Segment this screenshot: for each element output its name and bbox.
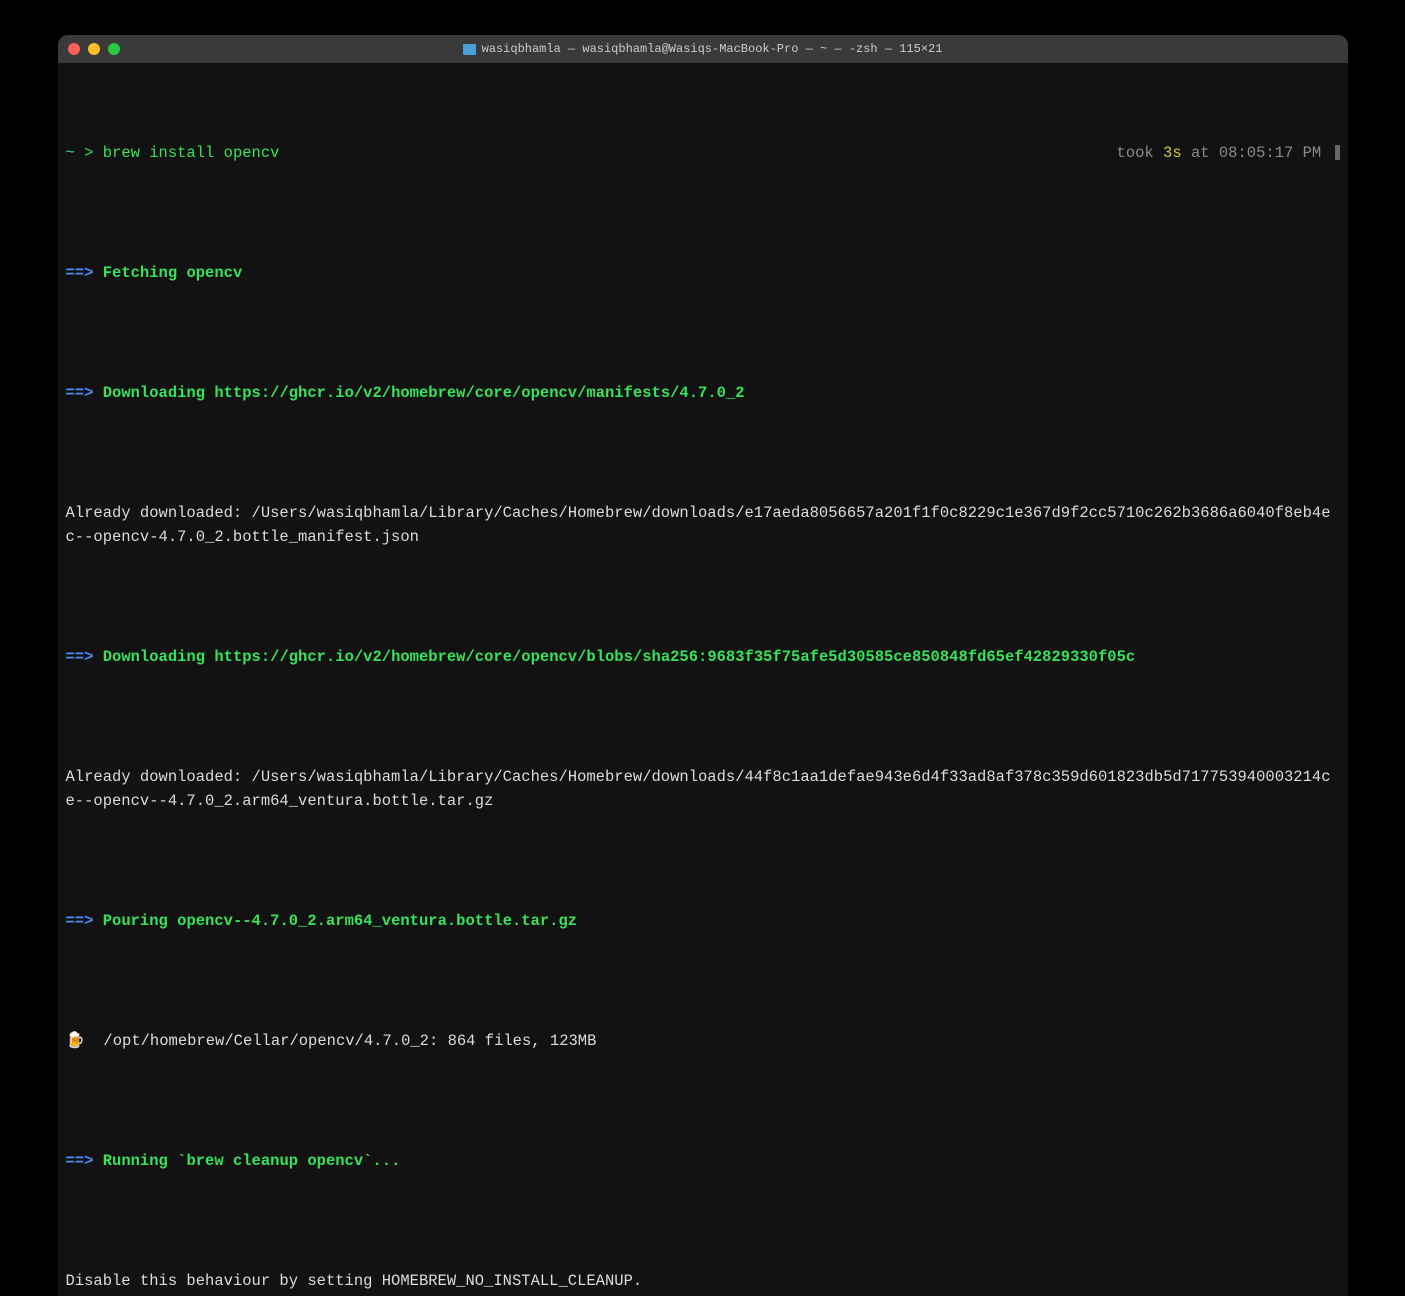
at-label: at: [1182, 144, 1219, 162]
traffic-lights: [68, 43, 120, 55]
titlebar[interactable]: wasiqbhamla — wasiqbhamla@Wasiqs-MacBook…: [58, 35, 1348, 63]
output-line: ==> Fetching opencv: [66, 261, 1340, 285]
arrow-icon: ==>: [66, 384, 103, 402]
output-line: Disable this behaviour by setting HOMEBR…: [66, 1269, 1340, 1293]
action-label: Downloading: [103, 648, 215, 666]
output-line: ==> Downloading https://ghcr.io/v2/homeb…: [66, 645, 1340, 669]
action-label: Pouring: [103, 912, 177, 930]
cleanup-cmd: `brew cleanup opencv`: [177, 1152, 372, 1170]
prompt-left: ~ > brew install opencv: [66, 141, 1117, 165]
download-url: https://ghcr.io/v2/homebrew/core/opencv/…: [214, 384, 744, 402]
bottle-file: opencv--4.7.0_2.arm64_ventura.bottle.tar…: [177, 912, 577, 930]
beer-icon: 🍺: [66, 1032, 85, 1050]
output-line: Already downloaded: /Users/wasiqbhamla/L…: [66, 765, 1340, 813]
action-label: Fetching: [103, 264, 187, 282]
minimize-button[interactable]: [88, 43, 100, 55]
zoom-button[interactable]: [108, 43, 120, 55]
command-text: brew install opencv: [103, 144, 280, 162]
arrow-icon: ==>: [66, 264, 103, 282]
prompt-tilde: ~: [66, 144, 75, 162]
prompt-symbol: >: [75, 144, 103, 162]
prompt-line: ~ > brew install opencv took 3s at 08:05…: [66, 141, 1340, 165]
timing-right: took 3s at 08:05:17 PM: [1117, 141, 1340, 165]
scroll-indicator: [1335, 145, 1340, 160]
arrow-icon: ==>: [66, 912, 103, 930]
download-url: https://ghcr.io/v2/homebrew/core/opencv/…: [214, 648, 1135, 666]
terminal-window: wasiqbhamla — wasiqbhamla@Wasiqs-MacBook…: [58, 35, 1348, 1296]
output-line: Already downloaded: /Users/wasiqbhamla/L…: [66, 501, 1340, 549]
took-value: 3s: [1163, 144, 1182, 162]
dots: ...: [372, 1152, 400, 1170]
output-line: ==> Pouring opencv--4.7.0_2.arm64_ventur…: [66, 909, 1340, 933]
took-label: took: [1117, 144, 1164, 162]
output-line: ==> Downloading https://ghcr.io/v2/homeb…: [66, 381, 1340, 405]
window-title: wasiqbhamla — wasiqbhamla@Wasiqs-MacBook…: [58, 42, 1348, 56]
arrow-icon: ==>: [66, 648, 103, 666]
output-line: ==> Running `brew cleanup opencv`...: [66, 1149, 1340, 1173]
home-folder-icon: [463, 44, 476, 55]
package-name: opencv: [186, 264, 242, 282]
arrow-icon: ==>: [66, 1152, 103, 1170]
action-label: Downloading: [103, 384, 215, 402]
close-button[interactable]: [68, 43, 80, 55]
action-label: Running: [103, 1152, 177, 1170]
install-summary: /opt/homebrew/Cellar/opencv/4.7.0_2: 864…: [85, 1032, 597, 1050]
terminal-body[interactable]: ~ > brew install opencv took 3s at 08:05…: [58, 63, 1348, 1296]
time-value: 08:05:17 PM: [1219, 144, 1331, 162]
output-line: 🍺 /opt/homebrew/Cellar/opencv/4.7.0_2: 8…: [66, 1029, 1340, 1053]
window-title-text: wasiqbhamla — wasiqbhamla@Wasiqs-MacBook…: [482, 42, 943, 56]
